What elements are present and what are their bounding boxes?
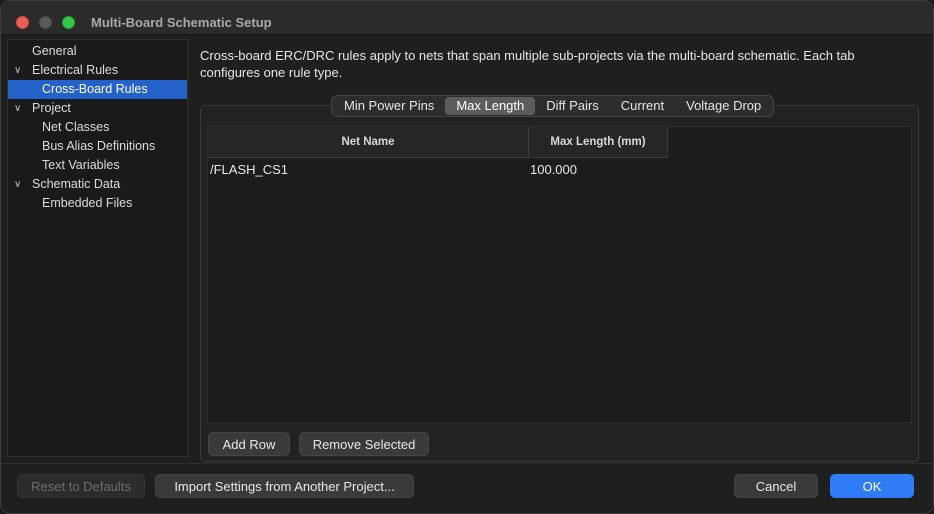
import-settings-button[interactable]: Import Settings from Another Project... [155,474,414,498]
tree-item-bus-alias-definitions[interactable]: Bus Alias Definitions [8,137,187,156]
tree-item-label: Bus Alias Definitions [42,139,156,153]
setup-dialog: Multi-Board Schematic Setup General ∨ El… [0,0,934,514]
tab-current[interactable]: Current [610,97,675,115]
tab-voltage-drop[interactable]: Voltage Drop [675,97,772,115]
max-length-grid[interactable]: Net Name Max Length (mm) /FLASH_CS1 100.… [207,126,912,423]
remove-selected-button[interactable]: Remove Selected [299,432,429,456]
ok-button[interactable]: OK [830,474,914,498]
title-bar[interactable]: Multi-Board Schematic Setup [1,1,933,35]
add-row-button[interactable]: Add Row [208,432,290,456]
reset-to-defaults-button[interactable]: Reset to Defaults [17,474,145,498]
rules-description: Cross-board ERC/DRC rules apply to nets … [200,48,855,80]
minimize-window-icon[interactable] [39,16,52,29]
cell-max-length[interactable]: 100.000 [530,160,666,180]
tree-item-label: Text Variables [42,158,120,172]
rule-type-tabs: Min Power Pins Max Length Diff Pairs Cur… [331,95,775,117]
tree-item-label: Electrical Rules [32,63,119,77]
tree-item-project[interactable]: ∨ Project [8,99,187,118]
window-title: Multi-Board Schematic Setup [91,15,272,30]
chevron-down-icon[interactable]: ∨ [14,61,24,80]
cell-net-name[interactable]: /FLASH_CS1 [210,160,526,180]
zoom-window-icon[interactable] [62,16,75,29]
tree-item-label: Embedded Files [42,196,133,210]
tree-item-electrical-rules[interactable]: ∨ Electrical Rules [8,61,187,80]
tree-item-general[interactable]: General [8,42,187,61]
chevron-down-icon[interactable]: ∨ [14,99,24,118]
tree-item-label: General [32,44,77,58]
cancel-button[interactable]: Cancel [734,474,818,498]
tab-min-power-pins[interactable]: Min Power Pins [333,97,445,115]
tree-item-cross-board-rules[interactable]: Cross-Board Rules [8,80,187,99]
column-header-net-name[interactable]: Net Name [208,127,529,158]
tree-item-label: Project [32,101,71,115]
tab-diff-pairs[interactable]: Diff Pairs [535,97,610,115]
tab-max-length[interactable]: Max Length [445,97,536,115]
tree-item-label: Net Classes [42,120,110,134]
footer-divider [1,463,933,464]
chevron-down-icon[interactable]: ∨ [14,175,24,194]
close-window-icon[interactable] [16,16,29,29]
tree-item-schematic-data[interactable]: ∨ Schematic Data [8,175,187,194]
tree-item-embedded-files[interactable]: Embedded Files [8,194,187,213]
tree-item-label: Schematic Data [32,177,121,191]
settings-tree: General ∨ Electrical Rules Cross-Board R… [7,39,188,457]
tree-item-text-variables[interactable]: Text Variables [8,156,187,175]
tree-item-label: Cross-Board Rules [42,82,148,96]
column-header-max-length[interactable]: Max Length (mm) [529,127,668,158]
tree-item-net-classes[interactable]: Net Classes [8,118,187,137]
